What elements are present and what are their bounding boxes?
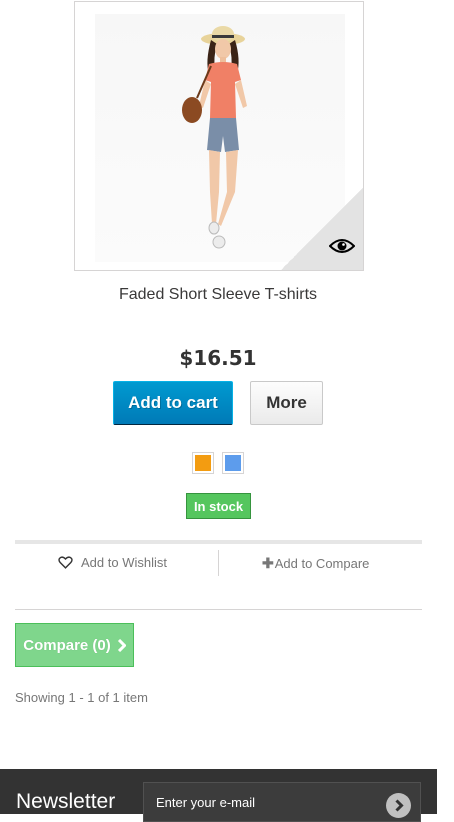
wishlist-label: Add to Wishlist <box>81 555 167 570</box>
section-divider <box>15 609 422 610</box>
newsletter-email-input[interactable] <box>143 782 421 822</box>
compare-button[interactable]: Compare (0) <box>15 623 134 667</box>
swatch-color-orange <box>195 455 211 471</box>
chevron-right-icon <box>394 799 404 812</box>
color-swatch-blue[interactable] <box>222 452 244 474</box>
newsletter-footer: Newsletter <box>0 769 437 822</box>
more-button[interactable]: More <box>250 381 323 425</box>
pagination-summary: Showing 1 - 1 of 1 item <box>15 690 148 705</box>
more-label: More <box>266 393 307 412</box>
product-name-link[interactable]: Faded Short Sleeve T-shirts <box>0 286 436 304</box>
add-to-compare-link[interactable]: ✚ Add to Compare <box>262 555 369 572</box>
quick-view-button[interactable] <box>281 188 363 270</box>
product-image[interactable] <box>74 1 364 271</box>
add-to-cart-button[interactable]: Add to cart <box>113 381 233 425</box>
add-to-wishlist-link[interactable]: Add to Wishlist <box>58 555 167 570</box>
swatch-color-blue <box>225 455 241 471</box>
add-to-cart-label: Add to cart <box>128 393 218 412</box>
compare-link-label: Add to Compare <box>274 556 370 571</box>
functional-divider <box>218 550 219 576</box>
compare-button-label: Compare (0) <box>23 636 111 654</box>
chevron-right-icon <box>117 638 126 652</box>
plus-icon: ✚ <box>262 555 274 571</box>
color-swatch-orange[interactable] <box>192 452 214 474</box>
product-price: $16.51 <box>179 346 257 370</box>
newsletter-title: Newsletter <box>16 790 116 813</box>
eye-icon <box>329 239 355 253</box>
heart-icon <box>58 556 73 569</box>
newsletter-submit-button[interactable] <box>386 793 411 818</box>
stock-badge: In stock <box>186 493 251 519</box>
